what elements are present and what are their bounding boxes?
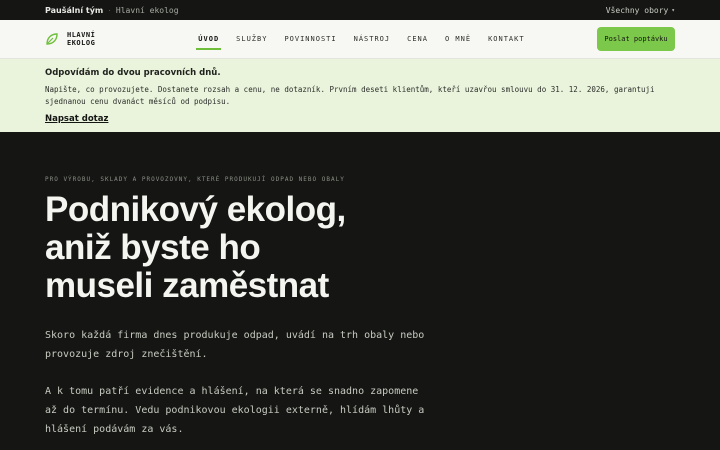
hero-paragraph-2: A k tomu patří evidence a hlášení, na kt… xyxy=(45,386,425,435)
breadcrumb-team[interactable]: Paušální tým xyxy=(45,6,103,15)
nav-menu: ÚVOD SLUŽBY POVINNOSTI NÁSTROJ CENA O MN… xyxy=(192,31,535,50)
notice-banner: Odpovídám do dvou pracovních dnů. Napišt… xyxy=(0,59,720,132)
hero-headline: Podnikový ekolog, aniž byste ho museli z… xyxy=(45,191,385,305)
headline-line-2: aniž byste ho xyxy=(45,228,261,267)
hero-paragraph-1: Skoro každá firma dnes produkuje odpad, … xyxy=(45,330,425,360)
breadcrumb-separator: · xyxy=(108,5,111,15)
headline-line-3: museli zaměstnat xyxy=(45,266,329,305)
write-question-link[interactable]: Napsat dotaz xyxy=(45,114,108,124)
breadcrumb-current: Hlavní ekolog xyxy=(115,5,179,15)
logo-line-2: EKOLOG xyxy=(67,39,96,47)
nav-item-kontakt[interactable]: KONTAKT xyxy=(482,31,531,47)
send-inquiry-button[interactable]: Poslat poptávku xyxy=(597,27,675,51)
logo-wordmark: HLAVNÍ EKOLOG xyxy=(67,31,95,47)
hero-eyebrow: Pro výrobu, sklady a provozovny, které p… xyxy=(45,176,345,183)
logo-line-1: HLAVNÍ xyxy=(67,31,96,39)
chevron-down-icon: ▾ xyxy=(671,6,675,14)
headline-line-1: Podnikový ekolog, xyxy=(45,190,346,229)
areas-dropdown-label: Všechny obory xyxy=(605,5,669,15)
notice-title: Odpovídám do dvou pracovních dnů. xyxy=(45,68,221,78)
site-logo[interactable]: HLAVNÍ EKOLOG xyxy=(45,31,95,47)
nav-item-povinnosti[interactable]: POVINNOSTI xyxy=(278,31,342,47)
nav-item-uvod[interactable]: ÚVOD xyxy=(192,31,225,50)
leaf-icon xyxy=(46,33,58,45)
nav-item-o-mne[interactable]: O MNĚ xyxy=(439,31,477,47)
areas-dropdown[interactable]: Všechny obory ▾ xyxy=(606,6,675,15)
nav-item-nastroj[interactable]: NÁSTROJ xyxy=(348,31,397,47)
nav-item-sluzby[interactable]: SLUŽBY xyxy=(230,31,273,47)
nav-item-cena[interactable]: CENA xyxy=(401,31,434,47)
notice-text: Napište, co provozujete. Dostanete rozsa… xyxy=(45,85,655,106)
main-navigation: HLAVNÍ EKOLOG ÚVOD SLUŽBY POVINNOSTI NÁS… xyxy=(0,20,720,59)
top-bar: Paušální tým · Hlavní ekolog Všechny obo… xyxy=(0,0,720,20)
hero-section: Pro výrobu, sklady a provozovny, které p… xyxy=(45,132,685,439)
